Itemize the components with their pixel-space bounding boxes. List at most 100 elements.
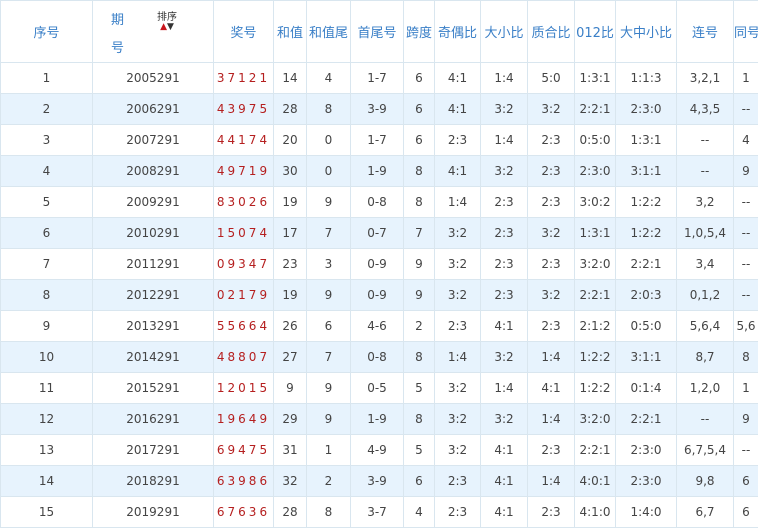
cell-draw: 09347 [214,249,274,280]
cell-draw: 69475 [214,435,274,466]
cell-sum-tail: 9 [307,187,351,218]
cell-prime-composite: 2:3 [528,249,575,280]
cell-draw: 63986 [214,466,274,497]
table-row: 32007291441742001-762:31:42:30:5:01:3:1-… [1,125,758,156]
lottery-history-table: 序号 期 号 排序 ▲▼ 奖号 和值 和值尾 首尾号 跨度 奇偶比 大小比 质合… [0,0,758,528]
header-same: 同号 [734,1,758,63]
cell-mod012: 2:3:0 [575,156,616,187]
header-odd-even: 奇偶比 [435,1,481,63]
cell-odd-even: 2:3 [435,125,481,156]
cell-mod012: 3:0:2 [575,187,616,218]
cell-big-small: 4:1 [481,311,528,342]
cell-consecutive: -- [677,156,734,187]
table-row: 132017291694753114-953:24:12:32:2:12:3:0… [1,435,758,466]
cell-mod012: 1:3:1 [575,63,616,94]
cell-span: 6 [404,63,435,94]
sort-down-icon: ▼ [167,22,174,32]
header-period-bottom: 号 [111,37,124,56]
cell-span: 8 [404,404,435,435]
cell-seq: 9 [1,311,93,342]
cell-period: 2014291 [93,342,214,373]
cell-big-small: 2:3 [481,249,528,280]
cell-same: 8 [734,342,758,373]
table-row: 102014291488072770-881:43:21:41:2:23:1:1… [1,342,758,373]
cell-period: 2015291 [93,373,214,404]
cell-sum-tail: 9 [307,280,351,311]
cell-span: 8 [404,156,435,187]
cell-big-small: 2:3 [481,280,528,311]
header-big-small: 大小比 [481,1,528,63]
cell-consecutive: 6,7,5,4 [677,435,734,466]
cell-seq: 10 [1,342,93,373]
header-big-mid-small: 大中小比 [616,1,677,63]
cell-sum-tail: 6 [307,311,351,342]
cell-first-last: 0-9 [351,249,404,280]
cell-first-last: 3-7 [351,497,404,528]
sort-button[interactable]: 排序 ▲▼ [157,12,177,32]
cell-prime-composite: 3:2 [528,218,575,249]
cell-consecutive: 1,2,0 [677,373,734,404]
cell-big-mid-small: 1:3:1 [616,125,677,156]
cell-mod012: 3:2:0 [575,404,616,435]
cell-same: 5,6 [734,311,758,342]
table-row: 122016291196492991-983:23:21:43:2:02:2:1… [1,404,758,435]
header-consecutive: 连号 [677,1,734,63]
cell-prime-composite: 3:2 [528,94,575,125]
cell-big-mid-small: 2:0:3 [616,280,677,311]
table-row: 42008291497193001-984:13:22:32:3:03:1:1-… [1,156,758,187]
cell-consecutive: 6,7 [677,497,734,528]
cell-big-small: 2:3 [481,187,528,218]
cell-odd-even: 3:2 [435,218,481,249]
cell-mod012: 2:2:1 [575,435,616,466]
cell-odd-even: 4:1 [435,94,481,125]
cell-big-mid-small: 2:3:0 [616,466,677,497]
table-row: 12005291371211441-764:11:45:01:3:11:1:33… [1,63,758,94]
cell-big-mid-small: 2:2:1 [616,249,677,280]
cell-mod012: 2:2:1 [575,280,616,311]
cell-sum: 20 [274,125,307,156]
cell-odd-even: 3:2 [435,280,481,311]
cell-prime-composite: 2:3 [528,125,575,156]
cell-odd-even: 1:4 [435,342,481,373]
cell-big-mid-small: 2:3:0 [616,94,677,125]
cell-sum-tail: 8 [307,94,351,125]
cell-big-small: 3:2 [481,156,528,187]
cell-sum: 19 [274,280,307,311]
cell-first-last: 0-8 [351,187,404,218]
cell-period: 2009291 [93,187,214,218]
cell-first-last: 3-9 [351,466,404,497]
sort-up-icon: ▲ [160,22,167,32]
cell-prime-composite: 1:4 [528,342,575,373]
cell-period: 2007291 [93,125,214,156]
cell-period: 2011291 [93,249,214,280]
cell-sum: 28 [274,94,307,125]
table-row: 62010291150741770-773:22:33:21:3:11:2:21… [1,218,758,249]
header-period-top: 期 [111,9,124,28]
cell-big-small: 3:2 [481,342,528,373]
cell-same: -- [734,249,758,280]
cell-consecutive: 5,6,4 [677,311,734,342]
cell-odd-even: 2:3 [435,466,481,497]
cell-first-last: 0-8 [351,342,404,373]
cell-odd-even: 3:2 [435,435,481,466]
cell-same: 1 [734,63,758,94]
cell-period: 2018291 [93,466,214,497]
table-body: 12005291371211441-764:11:45:01:3:11:1:33… [1,63,758,528]
header-span: 跨度 [404,1,435,63]
cell-span: 8 [404,187,435,218]
cell-span: 6 [404,94,435,125]
cell-draw: 44174 [214,125,274,156]
cell-big-small: 2:3 [481,218,528,249]
cell-odd-even: 1:4 [435,187,481,218]
cell-big-small: 4:1 [481,466,528,497]
cell-seq: 15 [1,497,93,528]
cell-draw: 43975 [214,94,274,125]
cell-same: 1 [734,373,758,404]
cell-sum: 27 [274,342,307,373]
cell-sum-tail: 7 [307,218,351,249]
cell-consecutive: 3,2 [677,187,734,218]
cell-big-small: 3:2 [481,404,528,435]
cell-sum-tail: 9 [307,404,351,435]
cell-draw: 15074 [214,218,274,249]
cell-span: 6 [404,125,435,156]
